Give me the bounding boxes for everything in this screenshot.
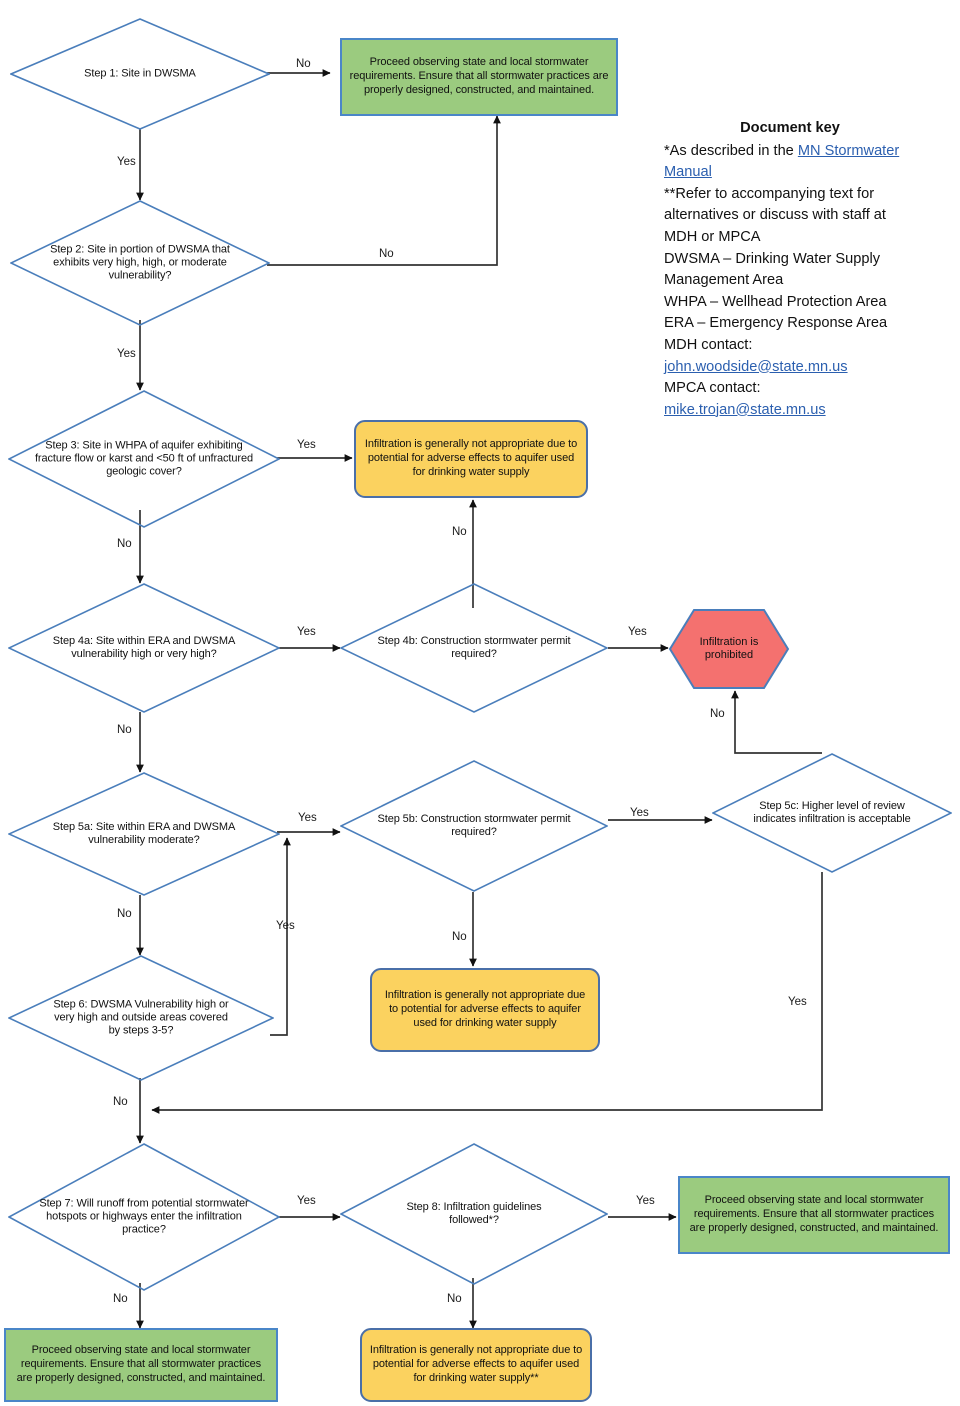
edge-label-step4a-no: No: [117, 724, 132, 736]
edge-label-step6-no: No: [113, 1096, 128, 1108]
outcome-not-appropriate-top-label: Infiltration is generally not appropriat…: [364, 438, 578, 478]
mdh-contact-email-link[interactable]: john.woodside@state.mn.us: [664, 359, 848, 375]
outcome-proceed-top[interactable]: Proceed observing state and local stormw…: [340, 38, 618, 116]
decision-step-8-label: Step 8: Infiltration guidelines followed…: [406, 1201, 542, 1226]
decision-step-5c[interactable]: Step 5c: Higher level of review indicate…: [712, 753, 952, 873]
outcome-not-appropriate-mid[interactable]: Infiltration is generally not appropriat…: [370, 968, 600, 1052]
decision-step-3-label: Step 3: Site in WHPA of aquifer exhibiti…: [34, 439, 254, 478]
edge-label-step2-no: No: [379, 248, 394, 260]
edge-step2-no: [267, 115, 501, 266]
edge-label-step4a-yes: Yes: [297, 626, 316, 638]
edge-step5c-no: [731, 690, 822, 754]
document-key-note-doublestar: **Refer to accompanying text for alterna…: [664, 185, 886, 245]
outcome-not-appropriate-bottom[interactable]: Infiltration is generally not appropriat…: [360, 1328, 592, 1402]
document-key-title: Document key: [740, 120, 840, 136]
decision-step-5b-label: Step 5b: Construction stormwater permit …: [377, 813, 571, 838]
document-key: Document key *As described in the MN Sto…: [664, 118, 916, 421]
outcome-proceed-top-label: Proceed observing state and local stormw…: [349, 56, 609, 96]
decision-step-8[interactable]: Step 8: Infiltration guidelines followed…: [340, 1143, 608, 1285]
outcome-not-appropriate-top[interactable]: Infiltration is generally not appropriat…: [354, 420, 588, 498]
outcome-infiltration-prohibited[interactable]: Infiltration is prohibited: [668, 608, 790, 690]
flowchart-canvas: Step 1: Site in DWSMA Step 2: Site in po…: [0, 0, 960, 1406]
edge-label-step4b-no: No: [452, 526, 467, 538]
edge-label-step5a-no: No: [117, 908, 132, 920]
edge-label-step5a-yes: Yes: [298, 812, 317, 824]
decision-step-6[interactable]: Step 6: DWSMA Vulnerability high or very…: [8, 955, 274, 1081]
decision-step-4a-label: Step 4a: Site within ERA and DWSMA vulne…: [52, 635, 236, 660]
decision-step-4b-label: Step 4b: Construction stormwater permit …: [377, 635, 571, 660]
decision-step-5a-label: Step 5a: Site within ERA and DWSMA vulne…: [52, 821, 236, 846]
edge-label-step1-no: No: [296, 58, 311, 70]
decision-step-5a[interactable]: Step 5a: Site within ERA and DWSMA vulne…: [8, 772, 280, 896]
edge-label-step5c-yes: Yes: [788, 996, 807, 1008]
outcome-proceed-right[interactable]: Proceed observing state and local stormw…: [678, 1176, 950, 1254]
decision-step-6-label: Step 6: DWSMA Vulnerability high or very…: [53, 998, 229, 1037]
document-key-abbr-era: ERA – Emergency Response Area: [664, 315, 888, 332]
outcome-proceed-right-label: Proceed observing state and local stormw…: [689, 1194, 939, 1234]
outcome-infiltration-prohibited-label: Infiltration is prohibited: [699, 635, 759, 661]
edge-label-step7-yes: Yes: [297, 1195, 316, 1207]
outcome-proceed-bottom-label: Proceed observing state and local stormw…: [16, 1344, 266, 1384]
document-key-mpca-label: MPCA contact:: [664, 380, 761, 397]
edge-label-step4b-yes: Yes: [628, 626, 647, 638]
document-key-note-star: *As described in the: [664, 142, 798, 159]
outcome-not-appropriate-mid-label: Infiltration is generally not appropriat…: [384, 989, 586, 1029]
document-key-abbr-dwsma: DWSMA – Drinking Water Supply Management…: [664, 250, 880, 289]
outcome-not-appropriate-bottom-label: Infiltration is generally not appropriat…: [369, 1344, 583, 1384]
edge-label-step7-no: No: [113, 1293, 128, 1305]
decision-step-2-label: Step 2: Site in portion of DWSMA that ex…: [50, 243, 230, 282]
decision-step-4b[interactable]: Step 4b: Construction stormwater permit …: [340, 583, 608, 713]
edge-label-step5b-no: No: [452, 931, 467, 943]
decision-step-1-label: Step 1: Site in DWSMA: [84, 67, 196, 80]
decision-step-3[interactable]: Step 3: Site in WHPA of aquifer exhibiti…: [8, 390, 280, 528]
decision-step-5b[interactable]: Step 5b: Construction stormwater permit …: [340, 760, 608, 892]
document-key-abbr-whpa: WHPA – Wellhead Protection Area: [664, 293, 887, 310]
edge-label-step1-yes: Yes: [117, 156, 136, 168]
edge-label-step6-yes: Yes: [276, 920, 295, 932]
outcome-proceed-bottom[interactable]: Proceed observing state and local stormw…: [4, 1328, 278, 1402]
decision-step-2[interactable]: Step 2: Site in portion of DWSMA that ex…: [10, 200, 270, 326]
mpca-contact-email-link[interactable]: mike.trojan@state.mn.us: [664, 402, 826, 418]
edge-label-step8-no: No: [447, 1293, 462, 1305]
edge-label-step5b-yes: Yes: [630, 807, 649, 819]
edge-label-step5c-no: No: [710, 708, 725, 720]
decision-step-4a[interactable]: Step 4a: Site within ERA and DWSMA vulne…: [8, 583, 280, 713]
edge-label-step3-yes: Yes: [297, 439, 316, 451]
decision-step-5c-label: Step 5c: Higher level of review indicate…: [753, 800, 911, 825]
edge-label-step8-yes: Yes: [636, 1195, 655, 1207]
decision-step-7[interactable]: Step 7: Will runoff from potential storm…: [8, 1143, 280, 1291]
edge-label-step2-yes: Yes: [117, 348, 136, 360]
document-key-mdh-label: MDH contact:: [664, 336, 753, 353]
decision-step-7-label: Step 7: Will runoff from potential storm…: [39, 1197, 249, 1236]
decision-step-1[interactable]: Step 1: Site in DWSMA: [10, 18, 270, 130]
edge-label-step3-no: No: [117, 538, 132, 550]
